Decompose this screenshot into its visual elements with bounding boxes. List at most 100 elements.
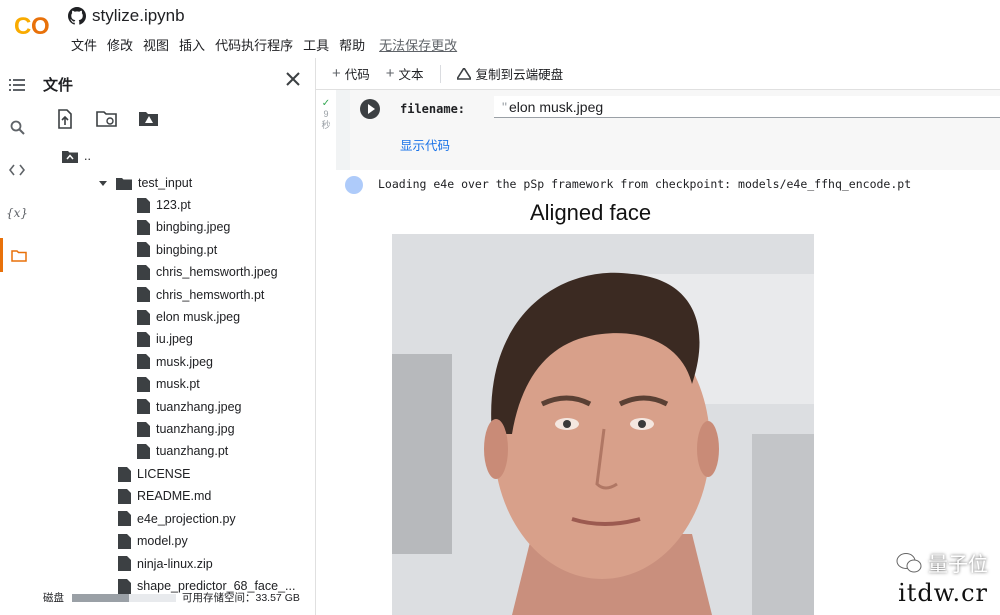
file-icon xyxy=(137,287,150,303)
file-label: iu.jpeg xyxy=(156,332,193,347)
file-row[interactable]: bingbing.jpeg xyxy=(137,217,230,237)
notebook: + 代码 + 文本 复制到云端硬盘 ✓ 9 秒 filename: " elon … xyxy=(316,58,1000,615)
watermark-brand: 量子位 xyxy=(928,554,988,576)
file-row[interactable]: LICENSE xyxy=(118,464,191,484)
drive-icon xyxy=(456,67,471,80)
github-icon[interactable] xyxy=(68,7,86,25)
exec-count: 9 xyxy=(323,109,329,119)
search-icon[interactable] xyxy=(0,110,34,144)
face-illustration xyxy=(392,234,814,615)
menu-runtime[interactable]: 代码执行程序 xyxy=(210,35,298,54)
file-row[interactable]: tuanzhang.pt xyxy=(137,441,228,461)
file-row[interactable]: model.py xyxy=(118,531,188,551)
quote-glyph: " xyxy=(502,99,507,115)
disk-available: 可用存储空间：33.57 GB xyxy=(182,592,300,604)
file-label: chris_hemsworth.jpeg xyxy=(156,265,278,280)
file-row[interactable]: chris_hemsworth.jpeg xyxy=(137,262,278,282)
exec-unit: 秒 xyxy=(321,120,331,130)
filename-input[interactable]: " elon musk.jpeg xyxy=(494,96,1000,118)
file-row[interactable]: ninja-linux.zip xyxy=(118,554,213,574)
file-label: musk.pt xyxy=(156,377,200,392)
folder-row-test-input[interactable]: test_input xyxy=(98,173,192,193)
file-icon xyxy=(137,443,150,459)
file-label: README.md xyxy=(137,489,212,504)
add-code-button[interactable]: + 代码 xyxy=(332,64,370,83)
run-cell-button[interactable] xyxy=(360,99,380,119)
file-row[interactable]: musk.pt xyxy=(137,374,200,394)
watermark: 量子位 itdw.cr xyxy=(896,548,988,607)
add-code-label: 代码 xyxy=(344,68,370,82)
file-icon xyxy=(137,197,150,213)
add-text-label: 文本 xyxy=(398,68,424,82)
file-icon xyxy=(137,242,150,258)
disk-usage-bar xyxy=(72,593,176,602)
file-icon xyxy=(137,399,150,415)
file-label: bingbing.jpeg xyxy=(156,220,231,235)
parent-folder-label: .. xyxy=(84,149,91,163)
file-label: model.py xyxy=(137,534,188,549)
file-icon xyxy=(137,376,150,392)
menu-insert[interactable]: 插入 xyxy=(174,35,210,54)
file-label: e4e_projection.py xyxy=(137,511,236,526)
output-log: Loading e4e over the pSp framework from … xyxy=(378,177,912,191)
upload-file-icon[interactable] xyxy=(54,109,76,129)
file-label: chris_hemsworth.pt xyxy=(156,287,265,302)
header: C O stylize.ipynb 文件 修改 视图 插入 代码执行程序 工具 … xyxy=(0,0,1000,58)
file-row[interactable]: iu.jpeg xyxy=(137,329,193,349)
chevron-down-icon[interactable] xyxy=(98,178,108,188)
file-row[interactable]: bingbing.pt xyxy=(137,240,217,260)
close-icon[interactable] xyxy=(284,70,302,88)
file-icon xyxy=(137,309,150,325)
svg-text:C: C xyxy=(14,13,31,40)
parent-folder-icon xyxy=(62,150,78,163)
menu-tools[interactable]: 工具 xyxy=(298,35,334,54)
file-row[interactable]: tuanzhang.jpeg xyxy=(137,397,242,417)
drive-folder-icon[interactable] xyxy=(138,109,160,129)
file-row[interactable]: 123.pt xyxy=(137,195,191,215)
code-icon[interactable] xyxy=(0,153,34,187)
toolbar-divider xyxy=(439,64,441,83)
file-row[interactable]: tuanzhang.jpg xyxy=(137,419,235,439)
disk-usage-fill xyxy=(72,593,130,602)
file-row[interactable]: README.md xyxy=(118,486,211,506)
svg-text:O: O xyxy=(31,13,50,40)
unsaved-changes-link[interactable]: 无法保存更改 xyxy=(374,35,462,54)
file-row[interactable]: musk.jpeg xyxy=(137,352,213,372)
menu-view[interactable]: 视图 xyxy=(138,35,174,54)
files-panel: 文件 .. test_input 123.pt bingbing.jpeg bing xyxy=(34,58,316,615)
watermark-top: 量子位 xyxy=(896,548,988,577)
add-text-button[interactable]: + 文本 xyxy=(386,64,424,83)
notebook-toolbar: + 代码 + 文本 复制到云端硬盘 xyxy=(316,58,1000,90)
file-icon xyxy=(137,219,150,235)
output-avatar-icon[interactable] xyxy=(345,176,363,194)
file-icon xyxy=(137,264,150,280)
filename-value: elon musk.jpeg xyxy=(508,99,604,115)
parent-folder-row[interactable]: .. xyxy=(62,146,91,166)
folder-icon[interactable] xyxy=(0,238,34,272)
folder-label: test_input xyxy=(138,176,193,190)
file-row[interactable]: chris_hemsworth.pt xyxy=(137,285,264,305)
panel-title: 文件 xyxy=(43,77,74,94)
file-row[interactable]: e4e_projection.py xyxy=(118,509,236,529)
notebook-title[interactable]: stylize.ipynb xyxy=(92,6,185,26)
file-label: bingbing.pt xyxy=(156,242,218,257)
wechat-icon xyxy=(896,552,922,572)
cell-gutter: ✓ 9 秒 xyxy=(316,90,336,170)
refresh-folder-icon[interactable] xyxy=(96,109,118,129)
watermark-site: itdw.cr xyxy=(898,579,988,607)
code-cell[interactable]: filename: " elon musk.jpeg xyxy=(350,90,1000,170)
toc-icon[interactable] xyxy=(0,68,34,102)
colab-logo[interactable]: C O xyxy=(12,9,54,41)
copy-to-drive-button[interactable]: 复制到云端硬盘 xyxy=(456,64,563,83)
menu-file[interactable]: 文件 xyxy=(66,35,102,54)
file-icon xyxy=(118,556,131,572)
file-label: elon musk.jpeg xyxy=(156,310,241,324)
file-label: tuanzhang.jpeg xyxy=(156,399,242,414)
menu-help[interactable]: 帮助 xyxy=(334,35,370,54)
menu-edit[interactable]: 修改 xyxy=(102,35,138,54)
variables-icon[interactable]: {x} xyxy=(0,196,34,230)
file-row[interactable]: elon musk.jpeg xyxy=(137,307,240,327)
show-code-link[interactable]: 显示代码 xyxy=(400,135,450,154)
plus-icon: + xyxy=(385,65,395,82)
file-icon xyxy=(137,421,150,437)
